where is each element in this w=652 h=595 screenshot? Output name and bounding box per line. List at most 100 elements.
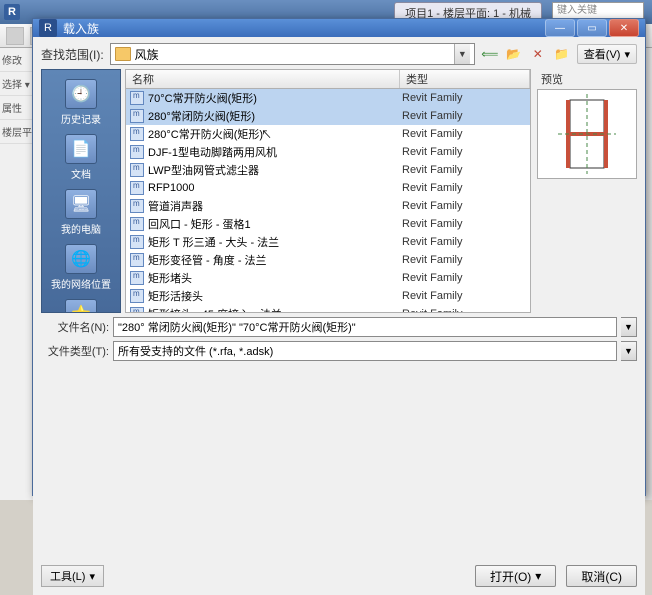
place-item[interactable]: 🖥 我的电脑 bbox=[44, 186, 118, 239]
file-type: Revit Family bbox=[402, 92, 530, 104]
open-label: 打开(O) bbox=[490, 568, 531, 585]
file-name: DJF-1型电动脚踏两用风机 bbox=[148, 144, 402, 160]
filetype-dropdown[interactable]: ▼ bbox=[621, 341, 637, 361]
places-bar: 🕘历史记录📄文档🖥我的电脑🌐我的网络位置⭐收藏夹🖥桌面📁Metric Libra… bbox=[41, 69, 121, 313]
file-name: 管道消声器 bbox=[148, 198, 402, 214]
file-type: Revit Family bbox=[402, 128, 530, 140]
chevron-down-icon: ▾ bbox=[535, 569, 541, 583]
family-file-icon bbox=[130, 91, 144, 105]
view-menu-button[interactable]: 查看(V) ▾ bbox=[577, 44, 637, 64]
family-file-icon bbox=[130, 253, 144, 267]
tools-menu-button[interactable]: 工具(L) ▾ bbox=[41, 565, 104, 587]
place-icon: 🕘 bbox=[65, 79, 97, 109]
file-row[interactable]: 矩形堵头Revit Family bbox=[126, 269, 530, 287]
place-label: 文档 bbox=[71, 166, 91, 181]
family-file-icon bbox=[130, 163, 144, 177]
lookin-combo[interactable]: 风族 ▼ bbox=[110, 43, 475, 65]
place-icon: 🌐 bbox=[65, 244, 97, 274]
file-type: Revit Family bbox=[402, 308, 530, 313]
family-file-icon bbox=[130, 307, 144, 313]
file-list[interactable]: 70°C常开防火阀(矩形)Revit Family280°常闭防火阀(矩形)Re… bbox=[125, 89, 531, 313]
dialog-title-text: 载入族 bbox=[63, 20, 99, 37]
family-file-icon bbox=[130, 127, 144, 141]
file-row[interactable]: 280°C常开防火阀(矩形)↖Revit Family bbox=[126, 125, 530, 143]
col-type[interactable]: 类型 bbox=[400, 70, 530, 88]
file-row[interactable]: RFP1000Revit Family bbox=[126, 179, 530, 197]
file-type: Revit Family bbox=[402, 110, 530, 122]
place-item[interactable]: ⭐收藏夹 bbox=[44, 296, 118, 313]
filetype-label: 文件类型(T): bbox=[41, 343, 109, 359]
file-row[interactable]: DJF-1型电动脚踏两用风机Revit Family bbox=[126, 143, 530, 161]
file-row[interactable]: 280°常闭防火阀(矩形)Revit Family bbox=[126, 107, 530, 125]
preview-pane: 预览 bbox=[537, 69, 637, 313]
filename-dropdown[interactable]: ▼ bbox=[621, 317, 637, 337]
file-row[interactable]: 矩形接头 - 45 度接入 - 法兰Revit Family bbox=[126, 305, 530, 313]
family-file-icon bbox=[130, 217, 144, 231]
file-type: Revit Family bbox=[402, 218, 530, 230]
up-folder-icon[interactable]: 📂 bbox=[505, 45, 523, 63]
file-name: 矩形活接头 bbox=[148, 288, 402, 304]
place-icon: 🖥 bbox=[65, 189, 97, 219]
file-row[interactable]: 管道消声器Revit Family bbox=[126, 197, 530, 215]
family-file-icon bbox=[130, 109, 144, 123]
file-type: Revit Family bbox=[402, 200, 530, 212]
file-name: 回风口 - 矩形 - 蛋格1 bbox=[148, 216, 402, 232]
chevron-down-icon: ▾ bbox=[624, 48, 630, 61]
file-type: Revit Family bbox=[402, 254, 530, 266]
file-row[interactable]: 矩形 T 形三通 - 大头 - 法兰Revit Family bbox=[126, 233, 530, 251]
file-name: RFP1000 bbox=[148, 182, 402, 194]
dialog-titlebar[interactable]: R 载入族 — ▭ ✕ bbox=[33, 19, 645, 37]
file-row[interactable]: 70°C常开防火阀(矩形)Revit Family bbox=[126, 89, 530, 107]
col-name[interactable]: 名称 bbox=[126, 70, 400, 88]
file-row[interactable]: LWP型油网管式滤尘器Revit Family bbox=[126, 161, 530, 179]
current-folder: 风族 bbox=[135, 46, 159, 63]
load-family-dialog: R 载入族 — ▭ ✕ 查找范围(I): 风族 ▼ ⟸ 📂 ✕ 📁 查看(V) … bbox=[32, 18, 646, 496]
file-name: 280°C常开防火阀(矩形)↖ bbox=[148, 126, 402, 142]
folder-icon bbox=[115, 47, 131, 61]
filename-label: 文件名(N): bbox=[41, 319, 109, 335]
file-name: LWP型油网管式滤尘器 bbox=[148, 162, 402, 178]
family-file-icon bbox=[130, 181, 144, 195]
cancel-button[interactable]: 取消(C) bbox=[566, 565, 637, 587]
view-label: 查看(V) bbox=[584, 46, 621, 62]
maximize-button[interactable]: ▭ bbox=[577, 19, 607, 37]
file-row[interactable]: 矩形变径管 - 角度 - 法兰Revit Family bbox=[126, 251, 530, 269]
preview-thumbnail bbox=[537, 89, 637, 179]
lookin-label: 查找范围(I): bbox=[41, 46, 104, 63]
family-file-icon bbox=[130, 271, 144, 285]
filetype-select[interactable]: 所有受支持的文件 (*.rfa, *.adsk) bbox=[113, 341, 617, 361]
place-item[interactable]: 🌐 我的网络位置 bbox=[44, 241, 118, 294]
file-type: Revit Family bbox=[402, 236, 530, 248]
list-header[interactable]: 名称 类型 bbox=[125, 69, 531, 89]
file-type: Revit Family bbox=[402, 272, 530, 284]
open-button[interactable]: 打开(O) ▾ bbox=[475, 565, 556, 587]
chevron-down-icon: ▾ bbox=[89, 570, 95, 583]
chevron-down-icon[interactable]: ▼ bbox=[454, 44, 470, 64]
place-icon: 📄 bbox=[65, 134, 97, 164]
place-item[interactable]: 🕘 历史记录 bbox=[44, 76, 118, 129]
family-file-icon bbox=[130, 235, 144, 249]
file-row[interactable]: 回风口 - 矩形 - 蛋格1Revit Family bbox=[126, 215, 530, 233]
delete-icon[interactable]: ✕ bbox=[529, 45, 547, 63]
file-name: 矩形 T 形三通 - 大头 - 法兰 bbox=[148, 234, 402, 250]
app-logo: R bbox=[4, 4, 20, 20]
minimize-button[interactable]: — bbox=[545, 19, 575, 37]
close-button[interactable]: ✕ bbox=[609, 19, 639, 37]
place-label: 我的电脑 bbox=[61, 221, 101, 236]
place-label: 我的网络位置 bbox=[51, 276, 111, 291]
new-folder-icon[interactable]: 📁 bbox=[553, 45, 571, 63]
preview-label: 预览 bbox=[537, 69, 637, 89]
file-type: Revit Family bbox=[402, 290, 530, 302]
file-type: Revit Family bbox=[402, 164, 530, 176]
back-icon[interactable]: ⟸ bbox=[481, 45, 499, 63]
family-file-icon bbox=[130, 199, 144, 213]
family-file-icon bbox=[130, 289, 144, 303]
file-row[interactable]: 矩形活接头Revit Family bbox=[126, 287, 530, 305]
place-label: 历史记录 bbox=[61, 111, 101, 126]
family-file-icon bbox=[130, 145, 144, 159]
tools-label: 工具(L) bbox=[50, 568, 85, 584]
place-item[interactable]: 📄 文档 bbox=[44, 131, 118, 184]
file-type: Revit Family bbox=[402, 182, 530, 194]
filename-input[interactable]: "280° 常闭防火阀(矩形)" "70°C常开防火阀(矩形)" bbox=[113, 317, 617, 337]
file-name: 280°常闭防火阀(矩形) bbox=[148, 108, 402, 124]
